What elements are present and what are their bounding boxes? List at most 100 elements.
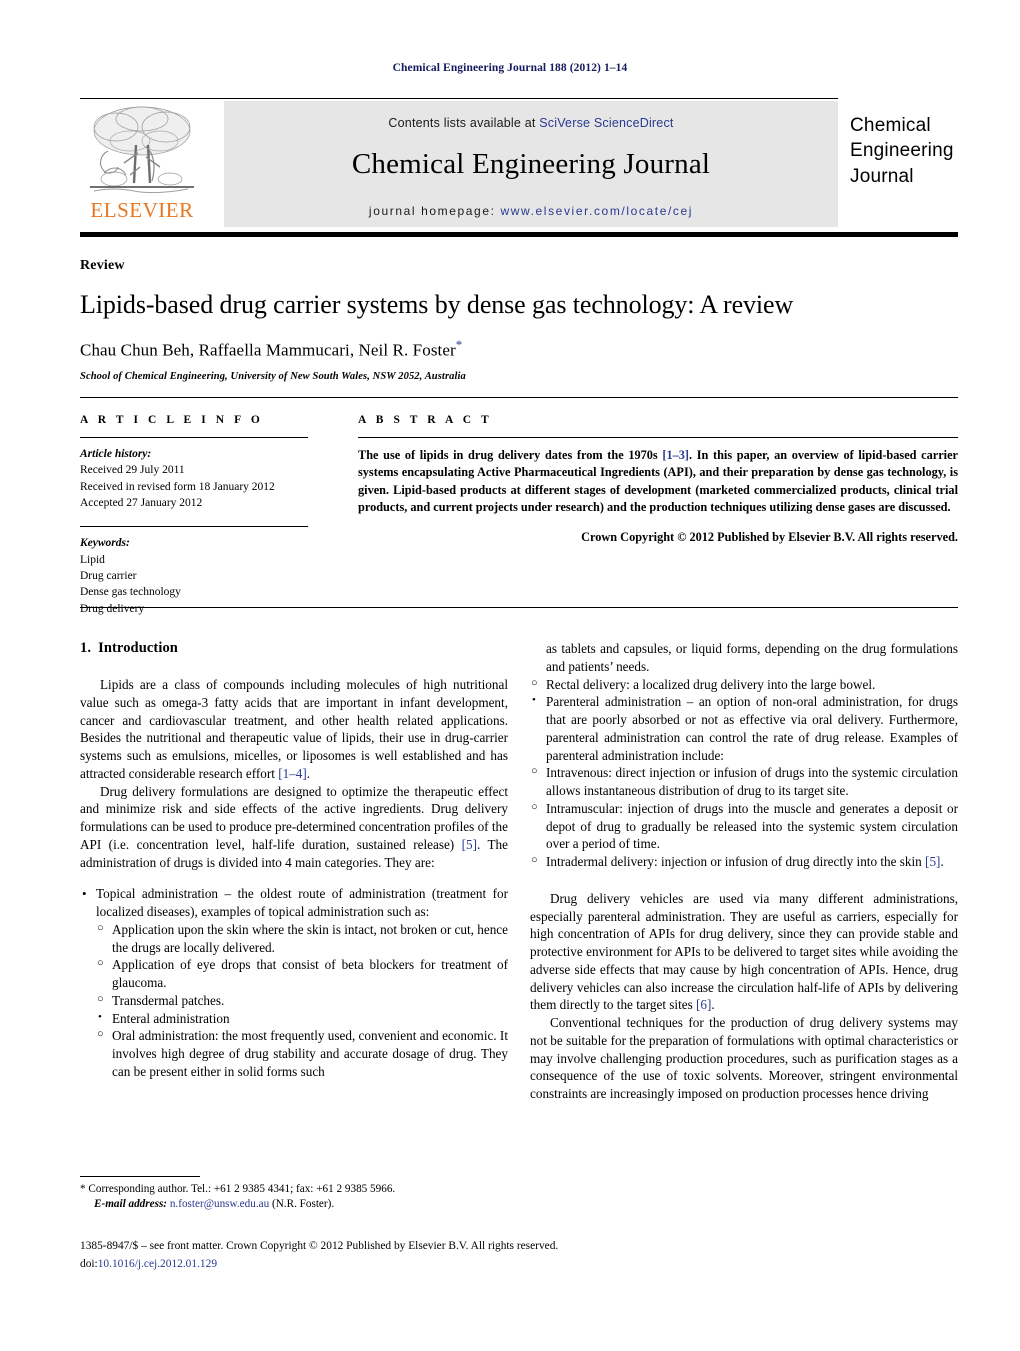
list-item-label: Intravenous: direct injection or infusio… <box>546 765 958 798</box>
list-item-label: Intramuscular: injection of drugs into t… <box>546 800 958 852</box>
abstract-part-1: The use of lipids in drug delivery dates… <box>358 448 663 462</box>
section-title: Introduction <box>98 640 178 656</box>
masthead-bottom-bar <box>80 232 958 237</box>
list-item-label: Application of eye drops that consist of… <box>112 957 508 990</box>
paragraph: Drug delivery formulations are designed … <box>80 783 508 872</box>
keyword-item: Lipid <box>80 553 105 566</box>
circle-bullet-icon: ○ <box>97 921 104 934</box>
journal-homepage-line: journal homepage: www.elsevier.com/locat… <box>224 204 838 218</box>
list-item-label: Topical administration – the oldest rout… <box>96 886 508 919</box>
journal-logo-line-3: Journal <box>850 165 914 187</box>
contents-prefix: Contents lists available at <box>388 116 540 130</box>
footnote-line-2: E-mail address: n.foster@unsw.edu.au (N.… <box>80 1197 508 1212</box>
article-kind: Review <box>80 258 125 273</box>
footnote-marker: * <box>80 1183 86 1195</box>
list-item: • Topical administration – the oldest ro… <box>80 885 508 1080</box>
email-label: E-mail address: <box>94 1198 168 1211</box>
paragraph-text: Drug delivery formulations are designed … <box>80 783 508 852</box>
abstract-text: The use of lipids in drug delivery dates… <box>358 447 958 517</box>
section-number: 1. <box>80 640 92 656</box>
list-item: • Enteral administration <box>97 1010 508 1028</box>
journal-title: Chemical Engineering Journal <box>351 148 711 180</box>
circle-bullet-icon: ○ <box>531 800 538 813</box>
list-item: ○ Oral administration: the most frequentl… <box>97 1027 508 1080</box>
citation[interactable]: [5] <box>462 837 477 852</box>
list-item-tail: . <box>940 854 944 869</box>
title-block: Review Lipids-based drug carrier systems… <box>80 258 958 382</box>
info-abstract-bottom-rule <box>80 607 958 608</box>
paragraph: Conventional techniques for the producti… <box>530 1015 958 1101</box>
circle-bullet-icon: ○ <box>97 957 104 970</box>
article-history-label: Article history: <box>80 448 152 460</box>
paragraph-tail: . <box>711 997 715 1013</box>
journal-homepage-link[interactable]: www.elsevier.com/locate/cej <box>500 204 693 218</box>
circle-bullet-icon: ○ <box>531 854 538 866</box>
list-item: • Parenteral administration – an option o… <box>531 693 958 764</box>
journal-logo-line-1: Chemical <box>850 115 931 136</box>
article-history-item: Received 29 July 2011 <box>80 464 185 477</box>
circle-bullet-icon: ○ <box>531 765 538 778</box>
administration-list: • Topical administration – the oldest ro… <box>80 885 508 1080</box>
article-history-item: Accepted 27 January 2012 <box>80 496 203 509</box>
contents-available-line: Contents lists available at SciVerse Sci… <box>224 101 838 130</box>
keywords-block: Keywords: Lipid Drug carrier Dense gas t… <box>80 535 308 617</box>
list-item-label: Oral administration: the most frequently… <box>112 1028 508 1079</box>
circle-bullet-icon: ○ <box>97 1028 104 1041</box>
issn-copyright-line: 1385-8947/$ – see front matter. Crown Co… <box>80 1240 559 1252</box>
list-item: ○ Intravenous: direct injection or infusi… <box>531 764 958 800</box>
email-suffix: (N.R. Foster). <box>269 1198 335 1211</box>
article-info-rule <box>80 437 308 438</box>
body-column-left: 1. Introduction Lipids are a class of com… <box>80 640 508 1081</box>
footnote-rule <box>80 1176 200 1177</box>
list-item-label: as tablets and capsules, or liquid forms… <box>546 641 958 674</box>
keywords-rule <box>80 526 308 528</box>
sciencedirect-link[interactable]: SciVerse ScienceDirect <box>539 116 673 130</box>
running-head: Chemical Engineering Journal 188 (2012) … <box>392 62 628 74</box>
body-column-right: as tablets and capsules, or liquid forms… <box>530 640 958 1103</box>
elsevier-logo: ELSEVIER <box>80 101 204 227</box>
email-link[interactable]: n.foster@unsw.edu.au <box>170 1198 269 1210</box>
keyword-item: Dense gas technology <box>80 586 181 599</box>
paper-page: Chemical Engineering Journal 188 (2012) … <box>0 0 1020 1351</box>
page-title: Lipids-based drug carrier systems by den… <box>80 290 794 319</box>
list-item: ○ Application upon the skin where the ski… <box>97 921 508 957</box>
paragraph-text: Drug delivery vehicles are used via many… <box>530 890 958 1013</box>
doi-label: doi: <box>80 1257 98 1270</box>
abstract-citation[interactable]: [1–3] <box>662 448 689 462</box>
citation[interactable]: [6] <box>696 997 711 1012</box>
elsevier-tree-icon <box>90 106 194 194</box>
paragraph: Lipids are a class of compounds includin… <box>80 676 508 783</box>
keywords-label: Keywords: <box>80 537 130 550</box>
section-heading-introduction: 1. Introduction <box>80 640 508 657</box>
corresponding-author-footnote: * Corresponding author. Tel.: +61 2 9385… <box>80 1176 508 1213</box>
journal-cover-logo: Chemical Engineering Journal <box>850 113 1020 189</box>
bullet-icon: • <box>532 694 536 707</box>
list-item-label: Rectal delivery: a localized drug delive… <box>546 676 876 692</box>
doi-line: doi:10.1016/j.cej.2012.01.129 <box>80 1256 958 1274</box>
journal-masthead: ELSEVIER Contents lists available at Sci… <box>80 98 958 227</box>
footnote-line-1: * Corresponding author. Tel.: +61 2 9385… <box>80 1182 508 1197</box>
citation[interactable]: [5] <box>925 854 940 869</box>
affiliation: School of Chemical Engineering, Universi… <box>80 370 466 382</box>
list-item: ○ Application of eye drops that consist o… <box>97 956 508 992</box>
abstract-column: A B S T R A C T The use of lipids in dru… <box>358 414 958 545</box>
author-names: Chau Chun Beh, Raffaella Mammucari, Neil… <box>80 340 456 360</box>
doi-link[interactable]: 10.1016/j.cej.2012.01.129 <box>98 1258 217 1270</box>
keyword-item: Drug delivery <box>80 602 145 615</box>
list-item-label: Application upon the skin where the skin… <box>112 921 508 955</box>
citation[interactable]: [1–4] <box>278 766 307 781</box>
list-item: ○ Intramuscular: injection of drugs into … <box>531 800 958 853</box>
homepage-prefix: journal homepage: <box>368 204 501 218</box>
list-item: ○ Rectal delivery: a localized drug deliv… <box>531 676 958 694</box>
list-item-label: Parenteral administration – an option of… <box>546 694 958 763</box>
title-bottom-rule <box>80 397 958 398</box>
bullet-icon: • <box>98 1010 102 1023</box>
list-item-label: Intradermal delivery: injection or infus… <box>546 854 926 869</box>
article-info-heading: A R T I C L E I N F O <box>80 414 264 426</box>
paragraph: Drug delivery vehicles are used via many… <box>530 890 958 1014</box>
masthead-center-panel: Contents lists available at SciVerse Sci… <box>224 101 838 227</box>
corresponding-author-marker: * <box>455 337 463 353</box>
page-footer: 1385-8947/$ – see front matter. Crown Co… <box>80 1238 958 1273</box>
paragraph-tail: . <box>306 765 311 781</box>
elsevier-wordmark: ELSEVIER <box>90 198 194 222</box>
